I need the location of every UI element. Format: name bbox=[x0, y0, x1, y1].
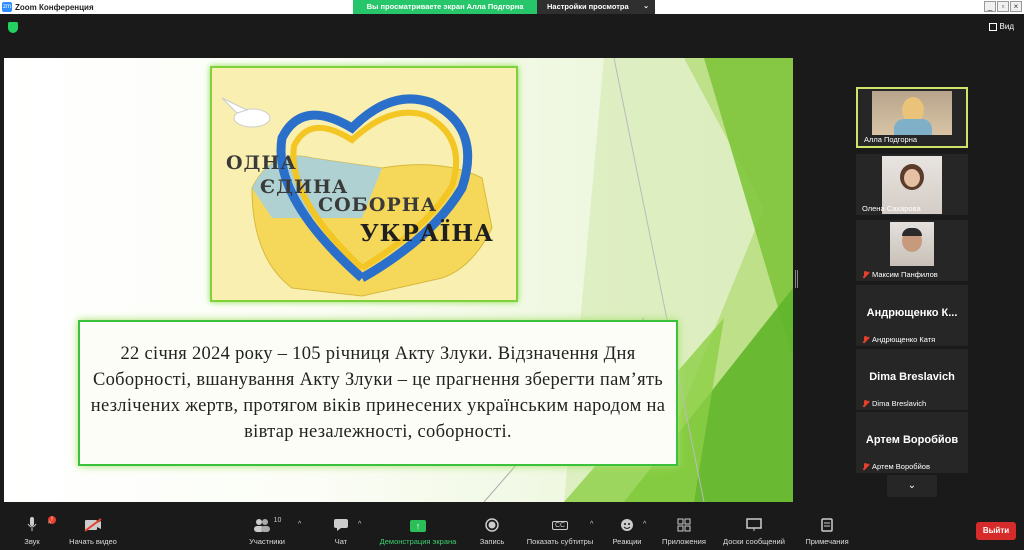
gallery-scroll-down-button[interactable]: ⌄ bbox=[887, 475, 937, 497]
participants-button[interactable]: 10 Участники bbox=[242, 510, 292, 550]
poster-line-3: СОБОРНА bbox=[318, 194, 438, 216]
participant-name: Алла Подгорна bbox=[864, 135, 918, 144]
emoji-icon bbox=[620, 510, 634, 532]
participant-name: Олена Сахарова bbox=[862, 204, 921, 213]
participant-tile[interactable]: Алла Подгорна bbox=[856, 87, 968, 148]
audio-options-caret[interactable]: ^ bbox=[48, 521, 51, 528]
muted-mic-icon bbox=[862, 270, 869, 279]
share-screen-icon: ↑ bbox=[410, 510, 426, 532]
participant-name-text: Dima Breslavich bbox=[872, 399, 927, 408]
participants-icon: 10 bbox=[253, 510, 282, 532]
poster-graphic bbox=[212, 68, 516, 300]
whiteboards-label: Доски сообщений bbox=[723, 537, 785, 546]
slide-text: 22 січня 2024 року – 105 річниця Акту Зл… bbox=[90, 344, 666, 442]
participant-tile[interactable]: Максим Панфилов bbox=[856, 220, 968, 281]
participants-options-caret[interactable]: ^ bbox=[298, 521, 301, 528]
participant-name: Артем Воробйов bbox=[862, 462, 930, 471]
participant-name: Андрющенко Катя bbox=[862, 335, 935, 344]
participants-label: Участники bbox=[249, 537, 285, 546]
audio-label: Звук bbox=[24, 537, 40, 546]
chat-options-caret[interactable]: ^ bbox=[358, 521, 361, 528]
participant-display-name: Dima Breslavich bbox=[869, 371, 955, 383]
window-title: Zoom Конференция bbox=[15, 2, 94, 12]
window-controls: _ ▫ × bbox=[984, 1, 1022, 12]
chevron-down-icon: ⌄ bbox=[907, 480, 917, 491]
share-screen-label: Демонстрация экрана bbox=[379, 537, 457, 546]
reactions-button[interactable]: Реакции bbox=[608, 510, 646, 550]
chat-label: Чат bbox=[334, 537, 348, 546]
participant-display-name: Артем Воробйов bbox=[865, 434, 959, 446]
share-screen-button[interactable]: ↑ Демонстрация экрана bbox=[372, 510, 464, 550]
notes-icon bbox=[821, 510, 833, 532]
participant-name: Максим Панфилов bbox=[862, 270, 938, 279]
apps-icon bbox=[677, 510, 691, 532]
close-button[interactable]: × bbox=[1010, 1, 1022, 12]
chat-button[interactable]: Чат bbox=[326, 510, 356, 550]
maximize-button[interactable]: ▫ bbox=[997, 1, 1009, 12]
start-video-button[interactable]: Начать видео bbox=[60, 510, 126, 550]
notes-button[interactable]: Примечания bbox=[800, 510, 854, 550]
chevron-down-icon: ⌄ bbox=[643, 3, 649, 10]
captions-label: Показать субтитры bbox=[526, 537, 594, 546]
video-off-icon bbox=[84, 510, 102, 532]
participant-tile[interactable]: Dima Breslavich Dima Breslavich bbox=[856, 349, 968, 410]
start-video-label: Начать видео bbox=[69, 537, 117, 546]
muted-mic-icon bbox=[862, 462, 869, 471]
minimize-button[interactable]: _ bbox=[984, 1, 996, 12]
record-button[interactable]: Запись bbox=[474, 510, 510, 550]
chat-icon bbox=[333, 510, 349, 532]
participant-name: Dima Breslavich bbox=[862, 399, 926, 408]
poster-image: ОДНА ЄДИНА СОБОРНА УКРАЇНА bbox=[210, 66, 518, 302]
notes-label: Примечания bbox=[805, 537, 849, 546]
zoom-app-icon: zm bbox=[2, 2, 12, 12]
record-label: Запись bbox=[479, 537, 505, 546]
muted-mic-icon bbox=[862, 399, 869, 408]
microphone-icon bbox=[27, 510, 37, 532]
audio-button[interactable]: ! Звук bbox=[14, 510, 56, 550]
participant-name-text: Андрющенко Катя bbox=[872, 335, 936, 344]
participant-tile[interactable]: Олена Сахарова bbox=[856, 154, 968, 215]
panel-resize-handle[interactable] bbox=[795, 270, 798, 288]
meeting-topbar: Вид bbox=[0, 14, 1024, 42]
participants-count: 10 bbox=[273, 517, 282, 524]
captions-options-caret[interactable]: ^ bbox=[590, 521, 593, 528]
closed-captions-icon: CC bbox=[551, 510, 569, 532]
leave-meeting-button[interactable]: Выйти bbox=[976, 522, 1016, 540]
reactions-label: Реакции bbox=[612, 537, 642, 546]
participant-name-text: Артем Воробйов bbox=[872, 462, 930, 471]
reactions-options-caret[interactable]: ^ bbox=[643, 521, 646, 528]
meeting-toolbar: ! Звук ^ Начать видео 10 Участники ^ Чат… bbox=[0, 510, 1024, 550]
view-options-button[interactable]: Настройки просмотра ⌄ bbox=[537, 0, 655, 14]
participant-display-name: Андрющенко К... bbox=[866, 307, 958, 319]
participant-tile[interactable]: Артем Воробйов Артем Воробйов bbox=[856, 412, 968, 473]
shared-screen-slide: ОДНА ЄДИНА СОБОРНА УКРАЇНА 22 січня 2024… bbox=[4, 58, 793, 502]
view-button[interactable]: Вид bbox=[988, 22, 1014, 31]
participant-tile[interactable]: Андрющенко К... Андрющенко Катя bbox=[856, 285, 968, 346]
view-options-label: Настройки просмотра bbox=[547, 2, 629, 11]
share-status-label: Вы просматриваете экран Алла Подгорна bbox=[353, 0, 537, 14]
grid-view-icon bbox=[988, 22, 997, 31]
apps-button[interactable]: Приложения bbox=[656, 510, 712, 550]
participant-video bbox=[890, 222, 934, 266]
encryption-shield-icon[interactable] bbox=[8, 22, 18, 33]
share-banner: Вы просматриваете экран Алла Подгорна На… bbox=[353, 0, 655, 14]
apps-label: Приложения bbox=[662, 537, 706, 546]
poster-line-1: ОДНА bbox=[226, 152, 297, 174]
poster-line-4: УКРАЇНА bbox=[360, 220, 494, 247]
slide-text-box: 22 січня 2024 року – 105 річниця Акту Зл… bbox=[78, 320, 678, 466]
participant-video bbox=[872, 91, 952, 135]
participant-name-text: Максим Панфилов bbox=[872, 270, 938, 279]
record-icon bbox=[485, 510, 499, 532]
whiteboard-icon bbox=[746, 510, 762, 532]
muted-mic-icon bbox=[862, 335, 869, 344]
view-label: Вид bbox=[999, 22, 1014, 31]
captions-button[interactable]: CC Показать субтитры bbox=[522, 510, 598, 550]
whiteboards-button[interactable]: Доски сообщений bbox=[716, 510, 792, 550]
